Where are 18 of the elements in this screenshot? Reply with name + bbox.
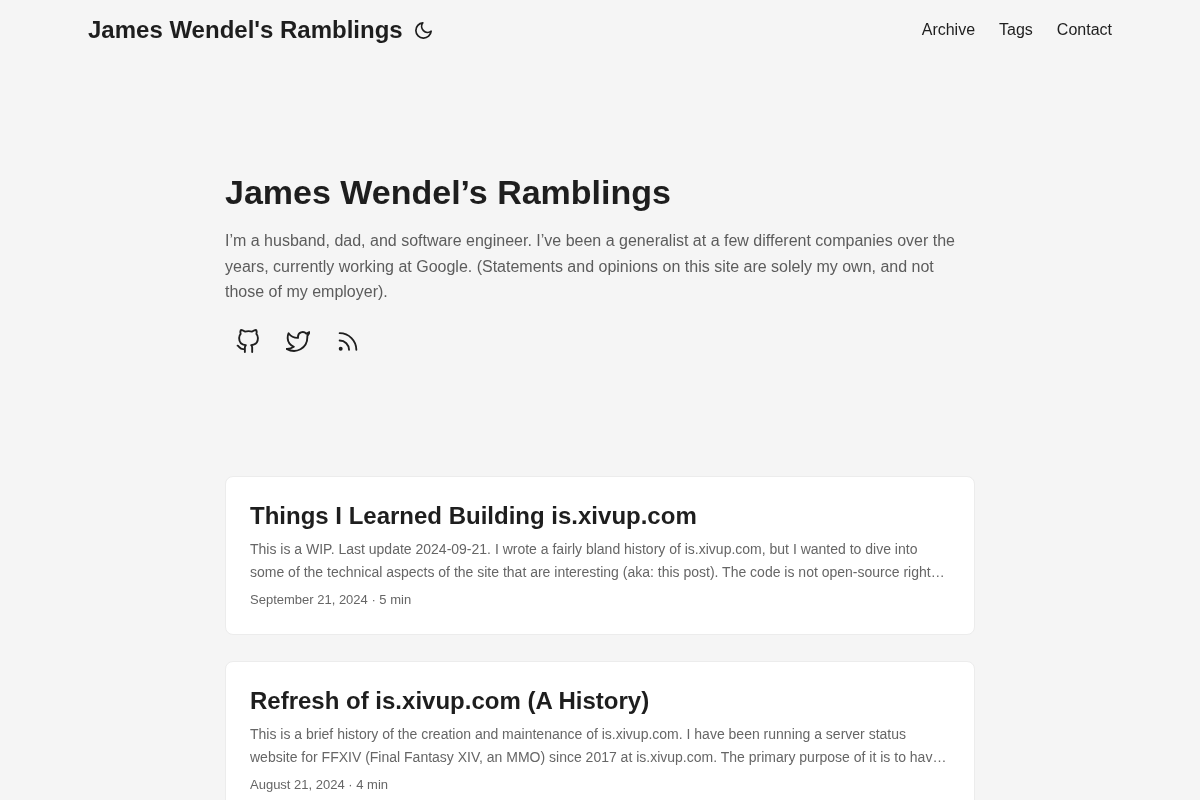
bio-text: I’m a husband, dad, and software engineer. I’ve been a generalist at a few different companies over the years, currently working at Google. (Statements and opinions on this site are solely my own, and not those of my employer). (225, 231, 956, 303)
bird-icon (286, 328, 310, 353)
post-title: Things I Learned Building is.xivup.com (250, 500, 698, 530)
nav-link[interactable]: Archive (921, 21, 976, 39)
post-summary: This is a WIP. Last update 2024-09-21. I wrote a fairly bland history of is.xivup.com, but I wanted to dive into some of the technical aspects of the site that are interesting (aka: this post). The code is not open-source right… (250, 539, 946, 582)
post-meta: September 21, 2024 · 5 min (250, 590, 413, 609)
post-summary: This is a brief history of the creation and maintenance of is.xivup.com. I have been running a server status website for FFXIV (Final Fantasy XIV, an MMO) since 2017 at is.xivup.com. The primary purpose of it is to hav… (250, 724, 948, 767)
github-link[interactable] (236, 328, 260, 353)
twitter-link[interactable] (286, 328, 310, 353)
nav-link[interactable]: Contact (1056, 21, 1112, 39)
post-meta: August 21, 2024 · 4 min (250, 775, 390, 794)
moon-icon (414, 22, 432, 39)
post-title: Refresh of is.xivup.com (A History) (250, 685, 651, 715)
site-title-link[interactable]: James Wendel's Ramblings (88, 16, 403, 44)
theme-toggle-button[interactable] (414, 22, 432, 39)
nav-link[interactable]: Tags (999, 21, 1033, 39)
github-icon (236, 328, 260, 353)
hero-title: James Wendel’s Ramblings (225, 172, 672, 213)
